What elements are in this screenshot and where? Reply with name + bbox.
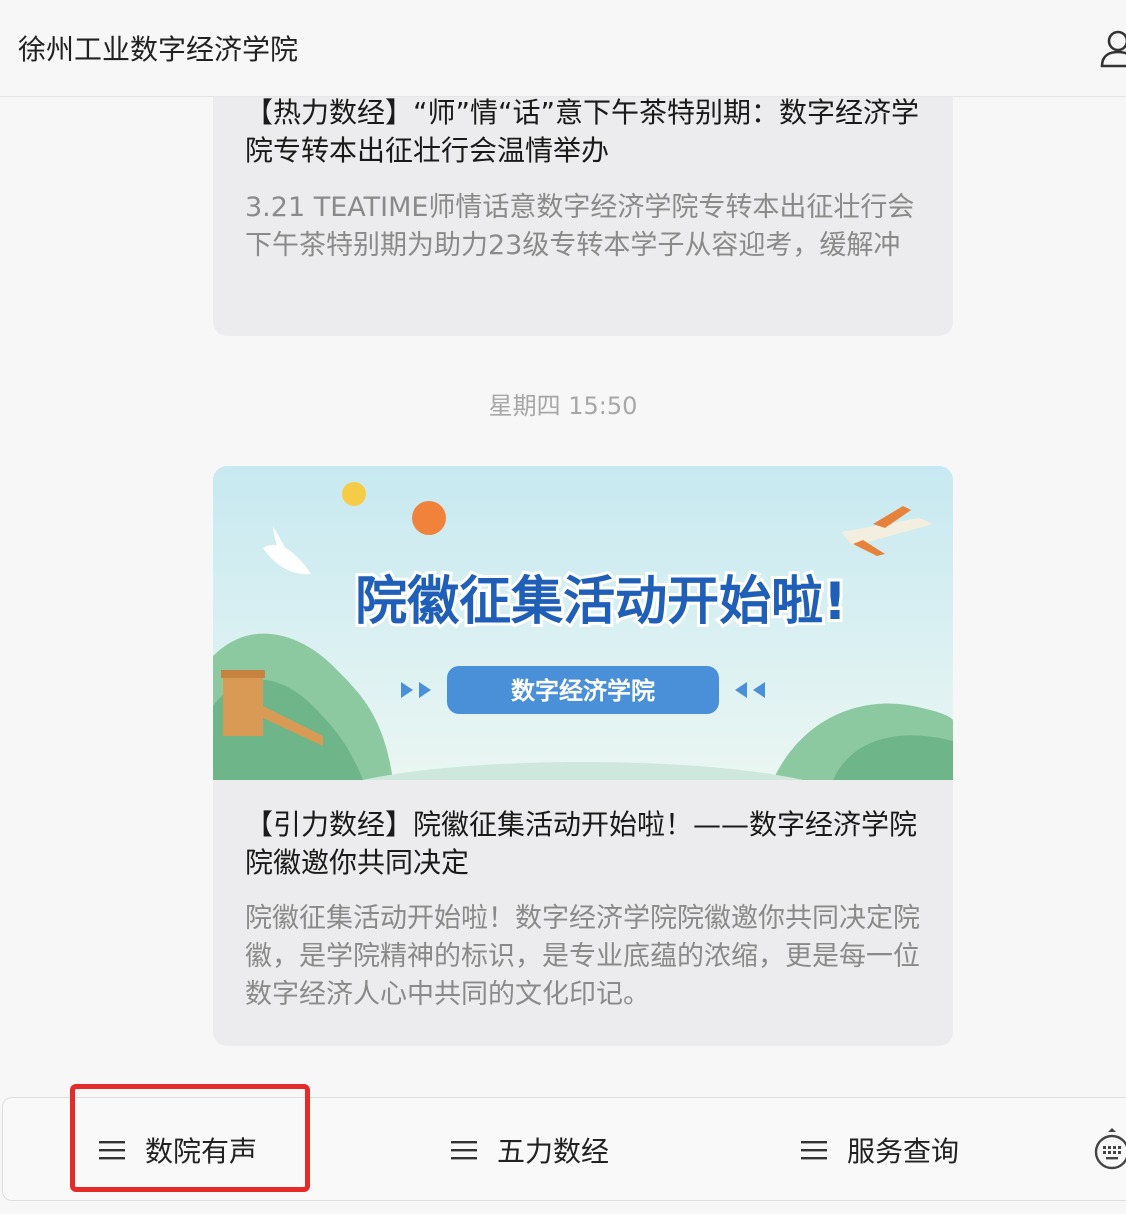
article-title: 【引力数经】院徽征集活动开始啦！——数字经济学院院徽邀你共同决定: [245, 808, 918, 879]
user-profile-icon[interactable]: [1098, 28, 1126, 68]
menu-item-label: 服务查询: [847, 1135, 960, 1168]
article-summary: 3.21 TEATIME师情话意数字经济学院专转本出征壮行会下午茶特别期为助力2…: [245, 192, 915, 261]
menu-item-label: 数院有声: [145, 1135, 258, 1168]
bottom-menu-bar: 数院有声 五力数经 服务查询: [2, 1097, 1126, 1201]
keyboard-icon[interactable]: [1092, 1127, 1126, 1171]
menu-item-wuli-shujing[interactable]: 五力数经: [451, 1098, 609, 1202]
article-title: 【热力数经】“师”情“话”意下午茶特别期：数字经济学院专转本出征壮行会温情举办: [245, 97, 920, 167]
banner-badge: 数字经济学院: [511, 677, 655, 705]
menu-icon: [451, 1141, 477, 1160]
menu-icon: [99, 1141, 125, 1160]
menu-item-label: 五力数经: [497, 1135, 610, 1168]
banner-headline: 院徽征集活动开始啦!: [355, 572, 847, 632]
top-bar: 徐州工业数字经济学院: [0, 0, 1126, 97]
article-summary: 院徽征集活动开始啦！数字经济学院院徽邀你共同决定院徽，是学院精神的标识，是专业底…: [245, 903, 920, 1010]
article-cover-image: 院徽征集活动开始啦! 数字经济学院: [213, 466, 953, 780]
account-title: 徐州工业数字经济学院: [18, 33, 299, 66]
article-card[interactable]: 【热力数经】“师”情“话”意下午茶特别期：数字经济学院专转本出征壮行会温情举办 …: [213, 97, 953, 336]
menu-item-fuwu-chaxun[interactable]: 服务查询: [801, 1098, 959, 1202]
message-timestamp: 星期四 15:50: [488, 392, 638, 420]
menu-item-shuyuan-yousheng[interactable]: 数院有声: [99, 1098, 257, 1202]
article-card[interactable]: 院徽征集活动开始啦! 数字经济学院 【引力数经】院徽征集活动开始啦！——数字经济…: [213, 466, 953, 1046]
menu-icon: [801, 1141, 827, 1160]
